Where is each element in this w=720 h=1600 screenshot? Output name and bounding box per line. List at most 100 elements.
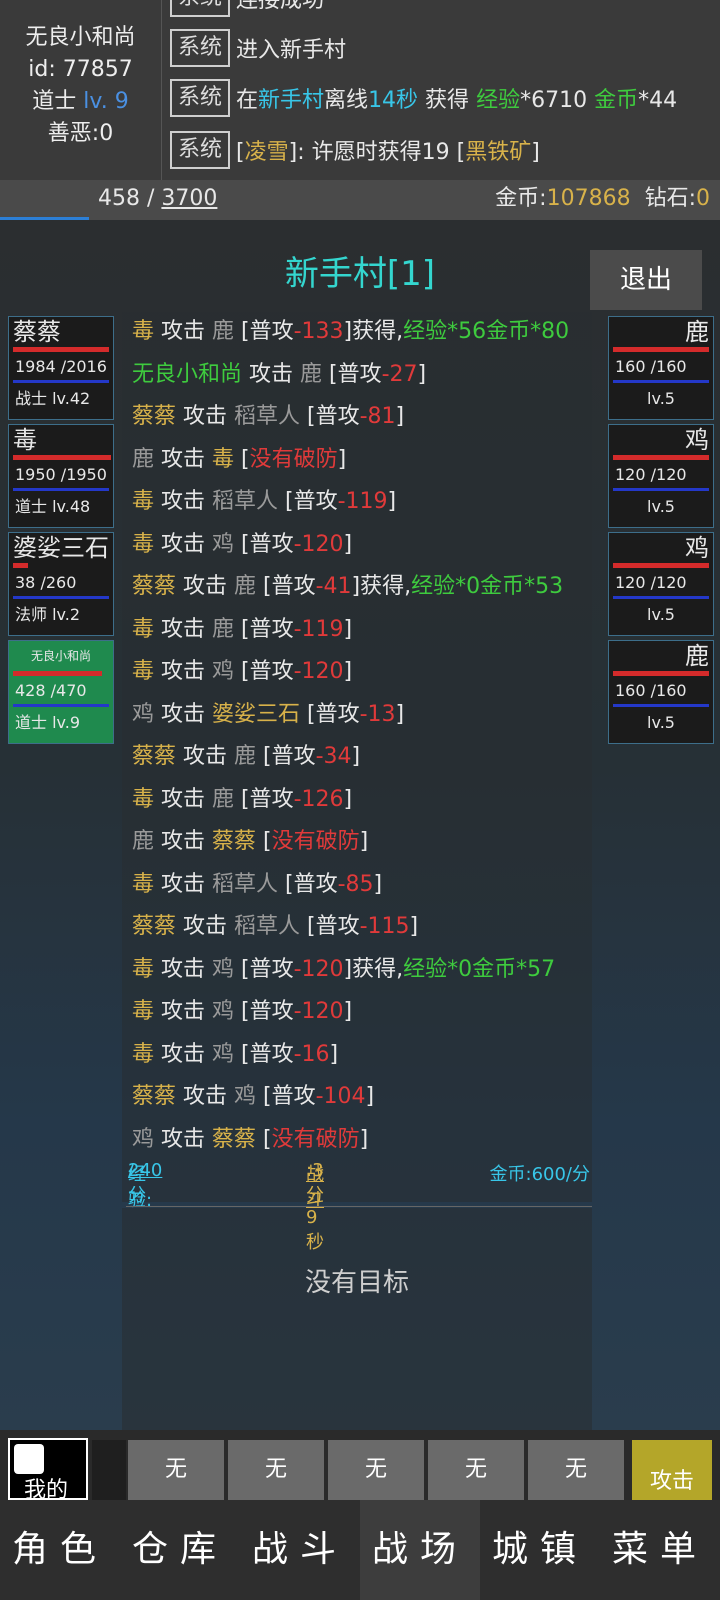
text-segment: 毒 <box>132 956 155 982</box>
ally-name: 毒 <box>13 426 37 454</box>
text-segment: 鸡 <box>234 1084 257 1109</box>
ally-card[interactable]: 无良小和尚 428 /470 道士 lv.9 <box>8 640 114 744</box>
ally-card[interactable]: 婆娑三石 38 /260 法师 lv.2 <box>8 532 114 636</box>
text-segment: 毒 <box>132 616 155 642</box>
ally-card[interactable]: 毒 1950 /1950 道士 lv.48 <box>8 424 114 528</box>
player-class-level: 道士 lv. 9 <box>0 86 161 118</box>
battle-log-line: 毒 攻击 鸡 [普攻-120] <box>132 992 352 1032</box>
skill-slot-button[interactable]: 无 <box>128 1440 224 1500</box>
text-segment: 毒 <box>132 999 155 1024</box>
ally-class-level: 道士 lv.9 <box>15 713 81 732</box>
system-tag[interactable]: 系统 <box>170 131 231 169</box>
text-segment: 攻击 <box>154 701 213 727</box>
text-segment: [普攻 <box>300 701 360 727</box>
diamond-amount: 0 <box>696 186 710 211</box>
battle-log-line: 蔡蔡 攻击 鹿 [普攻-41]获得,经验*0金币*53 <box>132 567 563 607</box>
empty-slot <box>92 1440 126 1500</box>
text-segment: ] <box>337 446 347 472</box>
system-message-partial: 系统 连接成功 <box>170 0 324 18</box>
system-message-log[interactable]: 系统 连接成功 系统进入新手村系统在新手村离线14秒 获得 经验*6710 金币… <box>170 0 720 180</box>
system-message-text: 在新手村离线14秒 获得 经验*6710 金币*44 <box>236 82 677 114</box>
my-toggle[interactable]: 我的 <box>8 1438 88 1503</box>
system-tag[interactable]: 系统 <box>170 29 231 67</box>
text-segment: 毒 <box>132 531 155 557</box>
text-segment: 稻草人 <box>212 489 279 514</box>
text-segment: ] <box>365 1084 375 1109</box>
text-segment: 婆娑三石 <box>212 701 301 727</box>
text-segment: 鸡 <box>212 531 235 557</box>
text-segment: [普攻 <box>234 786 294 812</box>
text-segment: 鹿 <box>234 574 257 599</box>
enemy-card[interactable]: 鹿 160 /160 lv.5 <box>608 316 714 420</box>
text-segment: -27 <box>381 361 418 387</box>
nav-tab[interactable]: 菜单 <box>600 1500 720 1600</box>
text-segment: [普攻 <box>322 361 382 387</box>
ally-hp: 428 /470 <box>15 681 87 700</box>
player-info[interactable]: 无良小和尚 id: 77857 道士 lv. 9 善恶:0 <box>0 0 162 180</box>
text-segment: -120 <box>293 956 344 982</box>
text-segment: 攻击 <box>154 531 213 557</box>
system-tag[interactable]: 系统 <box>170 79 231 117</box>
nav-tab[interactable]: 城镇 <box>480 1500 600 1600</box>
text-segment: -115 <box>359 914 410 939</box>
text-segment: 鸡 <box>212 1041 235 1067</box>
system-tag: 系统 <box>170 0 231 17</box>
skill-slot-button[interactable]: 无 <box>528 1440 624 1500</box>
battle-log-line: 毒 攻击 鹿 [普攻-133]获得,经验*56金币*80 <box>132 312 569 352</box>
text-segment: ]获得, <box>343 319 404 344</box>
text-segment: ] <box>417 361 427 387</box>
text-segment: ] <box>359 1126 369 1152</box>
battle-log-line: 毒 攻击 鸡 [普攻-120] <box>132 652 352 692</box>
text-segment: [ <box>256 829 272 854</box>
text-segment: ]: 许愿时获得19 [ <box>288 140 466 165</box>
text-segment: [ <box>234 446 250 472</box>
exp-max[interactable]: 3700 <box>161 186 217 211</box>
text-segment: ] <box>387 489 397 514</box>
exit-button[interactable]: 退出 <box>590 250 702 310</box>
enemy-hp: 120 /120 <box>615 465 687 484</box>
enemy-card[interactable]: 鹿 160 /160 lv.5 <box>608 640 714 744</box>
text-segment: 无良小和尚 <box>132 361 243 387</box>
text-segment: ] <box>343 786 353 812</box>
player-karma: 善恶:0 <box>47 121 114 146</box>
ally-name: 婆娑三石 <box>13 534 109 562</box>
attack-button[interactable]: 攻击 <box>632 1440 712 1500</box>
text-segment: 攻击 <box>154 446 213 472</box>
text-segment: 黑铁矿 <box>465 140 532 165</box>
battle-log-line: 蔡蔡 攻击 稻草人 [普攻-115] <box>132 907 418 947</box>
nav-tab[interactable]: 战斗 <box>240 1500 360 1600</box>
text-segment: [普攻 <box>234 616 294 642</box>
text-segment: -120 <box>293 659 344 684</box>
ally-name: 无良小和尚 <box>30 649 91 663</box>
enemy-hp: 160 /160 <box>615 681 687 700</box>
enemy-level: lv.5 <box>647 605 675 624</box>
skill-slot-button[interactable]: 无 <box>228 1440 324 1500</box>
gold-label: 金币: <box>495 186 547 211</box>
enemy-level: lv.5 <box>647 389 675 408</box>
text-segment: 鹿 <box>234 744 257 769</box>
text-segment: -120 <box>293 531 344 557</box>
battle-log-line: 毒 攻击 稻草人 [普攻-85] <box>132 865 382 905</box>
text-segment: 攻击 <box>176 914 235 939</box>
text-segment: 攻击 <box>176 744 235 769</box>
enemy-card[interactable]: 鸡 120 /120 lv.5 <box>608 424 714 528</box>
nav-tab[interactable]: 角色 <box>0 1500 120 1600</box>
skill-slot-button[interactable]: 无 <box>428 1440 524 1500</box>
battle-log-line: 蔡蔡 攻击 稻草人 [普攻-81] <box>132 397 404 437</box>
enemy-card[interactable]: 鸡 120 /120 lv.5 <box>608 532 714 636</box>
text-segment: 稻草人 <box>212 871 279 897</box>
text-segment: 毒 <box>132 659 155 684</box>
checkbox-icon[interactable] <box>14 1444 44 1474</box>
battle-log-line: 鸡 攻击 蔡蔡 [没有破防] <box>132 1120 368 1160</box>
text-segment: 毒 <box>132 1041 155 1067</box>
ally-card[interactable]: 蔡蔡 1984 /2016 战士 lv.42 <box>8 316 114 420</box>
battle-log-line: 蔡蔡 攻击 鹿 [普攻-34] <box>132 737 360 777</box>
text-segment: 攻击 <box>176 404 235 429</box>
skill-slot-button[interactable]: 无 <box>328 1440 424 1500</box>
text-segment: 14秒 <box>368 88 419 113</box>
text-segment: -120 <box>293 999 344 1024</box>
text-segment: -34 <box>315 744 352 769</box>
battle-log[interactable]: 毒 攻击 鹿 [普攻-133]获得,经验*56金币*80 无良小和尚 攻击 鹿 [… <box>122 312 592 1202</box>
nav-tab[interactable]: 仓库 <box>120 1500 240 1600</box>
nav-tab[interactable]: 战场 <box>360 1500 480 1600</box>
